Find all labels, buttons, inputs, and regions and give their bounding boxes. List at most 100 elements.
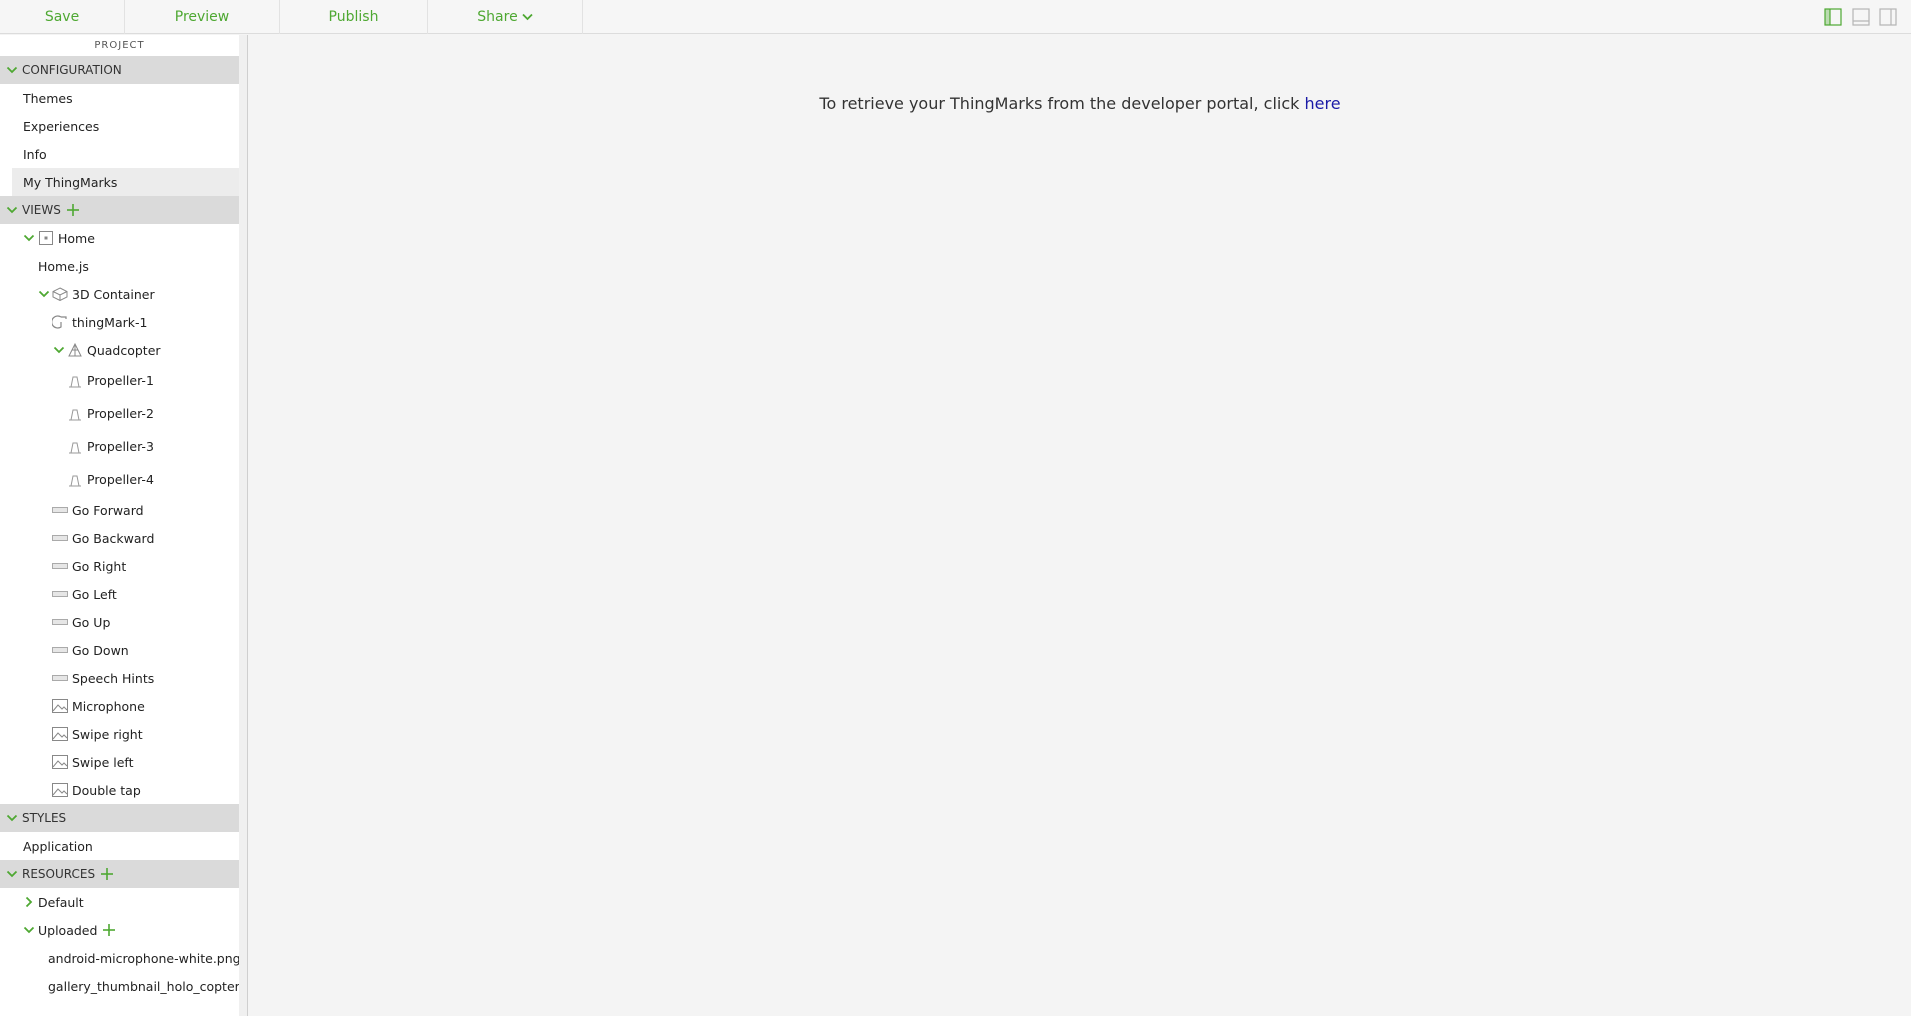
item-label: Propeller-2 (87, 406, 154, 421)
tree-item-swipe-left[interactable]: Swipe left (0, 748, 239, 776)
item-label: Go Backward (72, 530, 155, 546)
label-widget-icon (52, 675, 68, 681)
publish-label: Publish (328, 9, 379, 25)
cube-icon (52, 287, 68, 301)
tree-item-home[interactable]: Home (0, 224, 239, 252)
chevron-down-icon (6, 814, 18, 822)
sidebar-item-themes[interactable]: Themes (0, 84, 239, 112)
tree-item-speech-hints[interactable]: Speech Hints (0, 664, 239, 692)
section-label: STYLES (22, 811, 67, 825)
chevron-down-icon[interactable] (38, 288, 50, 300)
tree-item-quadcopter[interactable]: Quadcopter (0, 336, 239, 364)
item-label: Go Up (72, 614, 111, 630)
tree-item-go-up[interactable]: Go Up (0, 608, 239, 636)
item-label: gallery_thumbnail_holo_copter.png (48, 978, 239, 994)
chevron-down-icon (6, 206, 18, 214)
item-label: Info (23, 146, 47, 162)
resources-section-header[interactable]: RESOURCES (0, 860, 239, 888)
save-label: Save (44, 9, 80, 25)
sidebar-item-experiences[interactable]: Experiences (0, 112, 239, 140)
views-section-header[interactable]: VIEWS (0, 196, 239, 224)
image-icon (52, 727, 68, 741)
chevron-down-icon[interactable] (53, 344, 65, 356)
chevron-down-icon[interactable] (23, 232, 35, 244)
add-view-icon[interactable] (66, 203, 80, 217)
add-resource-icon[interactable] (100, 867, 114, 881)
thingmarks-message: To retrieve your ThingMarks from the dev… (249, 94, 1911, 113)
tree-item-swipe-right[interactable]: Swipe right (0, 720, 239, 748)
tree-item-thingmark-1[interactable]: thingMark-1 (0, 308, 239, 336)
item-label: android-microphone-white.png (48, 950, 239, 966)
tree-item-go-down[interactable]: Go Down (0, 636, 239, 664)
item-label: Microphone (72, 698, 145, 714)
tree-item-propeller-2[interactable]: Propeller-2 (0, 397, 239, 430)
chevron-down-icon (6, 870, 18, 878)
tree-item-go-backward[interactable]: Go Backward (0, 524, 239, 552)
sidebar-item-application[interactable]: Application (0, 832, 239, 860)
item-label: Go Down (72, 642, 129, 658)
model-item-icon (69, 475, 81, 486)
label-widget-icon (52, 619, 68, 625)
item-label: Speech Hints (72, 670, 155, 686)
item-label: Swipe right (72, 726, 143, 742)
preview-label: Preview (174, 9, 230, 25)
preview-button[interactable]: Preview (125, 0, 280, 34)
tree-item-propeller-4[interactable]: Propeller-4 (0, 463, 239, 496)
project-title: PROJECT (0, 35, 239, 56)
main-canvas: To retrieve your ThingMarks from the dev… (249, 35, 1911, 1016)
thingmark-icon (52, 315, 67, 329)
tree-item-propeller-3[interactable]: Propeller-3 (0, 430, 239, 463)
tree-item-propeller-1[interactable]: Propeller-1 (0, 364, 239, 397)
layout-bottom-panel-icon[interactable] (1852, 8, 1870, 26)
label-widget-icon (52, 563, 68, 569)
developer-portal-link[interactable]: here (1305, 94, 1341, 113)
model-item-icon (69, 409, 81, 420)
item-label: Home.js (38, 258, 89, 274)
item-label: Uploaded (38, 922, 98, 938)
layout-left-panel-icon[interactable] (1824, 8, 1842, 26)
message-text: To retrieve your ThingMarks from the dev… (819, 94, 1300, 113)
item-label: Default (38, 894, 84, 910)
resource-file-item[interactable]: gallery_thumbnail_holo_copter.png (0, 972, 239, 1000)
tree-item-default[interactable]: Default (0, 888, 239, 916)
save-button[interactable]: Save (0, 0, 125, 34)
resource-file-item[interactable]: android-microphone-white.png (0, 944, 239, 972)
item-label: Propeller-1 (87, 373, 154, 388)
tree-item-go-forward[interactable]: Go Forward (0, 496, 239, 524)
section-label: RESOURCES (22, 867, 96, 881)
label-widget-icon (52, 507, 68, 513)
image-icon (52, 755, 68, 769)
sidebar-resize-handle[interactable] (239, 35, 248, 1016)
tree-item-go-right[interactable]: Go Right (0, 552, 239, 580)
item-label: Themes (23, 90, 73, 106)
section-label: VIEWS (22, 203, 61, 217)
upload-resource-icon[interactable] (102, 923, 116, 937)
tree-item-double-tap[interactable]: Double tap (0, 776, 239, 804)
configuration-section-header[interactable]: CONFIGURATION (0, 56, 239, 84)
tree-item-3d-container[interactable]: 3D Container (0, 280, 239, 308)
item-label: thingMark-1 (72, 314, 148, 330)
chevron-right-icon[interactable] (23, 896, 35, 908)
section-label: CONFIGURATION (22, 63, 122, 77)
tree-item-uploaded[interactable]: Uploaded (0, 916, 239, 944)
chevron-down-icon[interactable] (23, 924, 35, 936)
tree-item-microphone[interactable]: Microphone (0, 692, 239, 720)
item-label: Propeller-3 (87, 439, 154, 454)
item-label: Propeller-4 (87, 472, 154, 487)
item-label: Go Forward (72, 502, 144, 518)
chevron-down-icon (522, 13, 533, 21)
item-label: Quadcopter (87, 342, 161, 358)
sidebar-item-my-thingmarks[interactable]: My ThingMarks (12, 168, 239, 196)
share-button[interactable]: Share (428, 0, 583, 34)
layout-right-panel-icon[interactable] (1879, 8, 1897, 26)
publish-button[interactable]: Publish (280, 0, 428, 34)
styles-section-header[interactable]: STYLES (0, 804, 239, 832)
tree-item-home-js[interactable]: Home.js (0, 252, 239, 280)
project-sidebar: PROJECT CONFIGURATION Themes Experiences… (0, 35, 239, 1016)
tree-item-go-left[interactable]: Go Left (0, 580, 239, 608)
top-toolbar: Save Preview Publish Share (0, 0, 1911, 34)
view-page-icon (39, 231, 53, 245)
item-label: Application (23, 838, 93, 854)
sidebar-item-info[interactable]: Info (0, 140, 239, 168)
item-label: Go Left (72, 586, 117, 602)
